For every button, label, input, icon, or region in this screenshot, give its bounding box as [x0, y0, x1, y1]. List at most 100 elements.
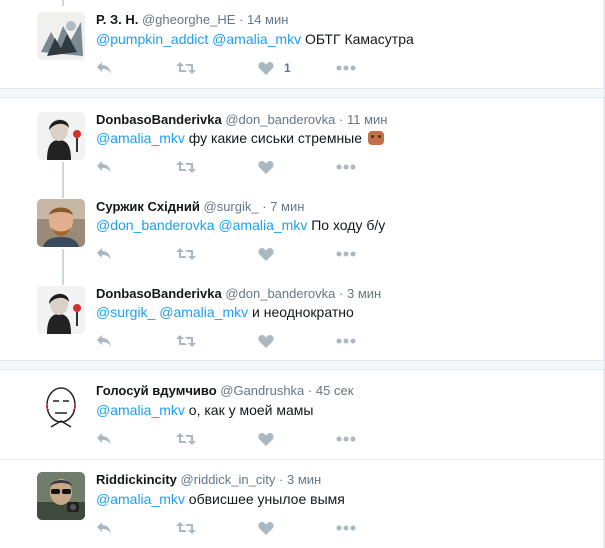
- like-count: 1: [284, 61, 291, 75]
- more-button[interactable]: [336, 245, 356, 263]
- woman-portrait-avatar-icon: [37, 286, 85, 334]
- user-handle[interactable]: @surgik_: [204, 199, 259, 214]
- separator-dot: ·: [339, 112, 344, 127]
- tweet-header: Р. З. Н. @gheorghe_HE · 14 мин: [96, 12, 288, 27]
- more-dots-icon: [336, 164, 356, 170]
- tweet-text: @pumpkin_addict @amalia_mkv ОБТГ Камасут…: [96, 31, 414, 47]
- mention-link[interactable]: @surgik_: [96, 304, 155, 320]
- user-handle[interactable]: @don_banderovka: [225, 112, 335, 127]
- tweet-text: @amalia_mkv о, как у моей мамы: [96, 402, 314, 418]
- avatar[interactable]: [37, 286, 85, 334]
- reply-button[interactable]: [96, 158, 112, 176]
- tweet[interactable]: DonbasoBanderivka @don_banderovka · 3 ми…: [0, 272, 603, 360]
- tweet-text: @amalia_mkv фу какие сиськи стремные: [96, 130, 384, 146]
- cartoon-face-avatar-icon: [37, 383, 85, 431]
- user-handle[interactable]: @gheorghe_HE: [142, 12, 235, 27]
- retweet-icon: [176, 433, 196, 445]
- timestamp[interactable]: 14 мин: [247, 12, 288, 27]
- reply-button[interactable]: [96, 245, 112, 263]
- separator-dot: ·: [307, 383, 313, 398]
- tweet-body: ОБТГ Камасутра: [304, 31, 414, 47]
- like-button[interactable]: [258, 158, 274, 176]
- timestamp[interactable]: 3 мин: [287, 472, 321, 487]
- mention-link[interactable]: @amalia_mkv: [218, 217, 307, 233]
- retweet-icon: [176, 335, 196, 347]
- timestamp[interactable]: 45 сек: [316, 383, 354, 398]
- woman-portrait-avatar-icon: [37, 112, 85, 160]
- heart-icon: [258, 522, 274, 535]
- more-button[interactable]: [336, 332, 356, 350]
- avatar[interactable]: [37, 112, 85, 160]
- like-button[interactable]: [258, 519, 274, 537]
- sketch-avatar-icon: [37, 12, 85, 60]
- heart-icon: [258, 62, 274, 75]
- tweet[interactable]: Р. З. Н. @gheorghe_HE · 14 мин @pumpkin_…: [0, 0, 603, 88]
- user-name[interactable]: Р. З. Н.: [96, 12, 138, 27]
- heart-icon: [258, 433, 274, 446]
- mention-link[interactable]: @amalia_mkv: [159, 304, 248, 320]
- user-name[interactable]: Суржик Східний: [96, 199, 200, 214]
- tweet-header: Суржик Східний @surgik_ · 7 мин: [96, 199, 304, 214]
- user-name[interactable]: DonbasoBanderivka: [96, 112, 222, 127]
- retweet-button[interactable]: [176, 59, 196, 77]
- reply-icon: [97, 335, 111, 347]
- avatar[interactable]: [37, 12, 85, 60]
- retweet-icon: [176, 522, 196, 534]
- more-button[interactable]: [336, 158, 356, 176]
- like-button[interactable]: [258, 430, 274, 448]
- mention-link[interactable]: @pumpkin_addict: [96, 31, 208, 47]
- monkey-emoji-icon: [367, 131, 384, 145]
- more-dots-icon: [336, 338, 356, 344]
- user-handle[interactable]: @Gandrushka: [220, 383, 304, 398]
- more-dots-icon: [336, 436, 356, 442]
- mention-link[interactable]: @amalia_mkv: [96, 491, 185, 507]
- user-name[interactable]: Голосуй вдумчиво: [96, 383, 217, 398]
- retweet-icon: [176, 161, 196, 173]
- user-name[interactable]: Riddickincity: [96, 472, 177, 487]
- retweet-button[interactable]: [176, 430, 196, 448]
- tweet-body: фу какие сиськи стремные: [188, 130, 363, 146]
- user-name[interactable]: DonbasoBanderivka: [96, 286, 222, 301]
- retweet-icon: [176, 248, 196, 260]
- reply-button[interactable]: [96, 332, 112, 350]
- conversation-separator: [0, 360, 603, 370]
- more-button[interactable]: [336, 59, 356, 77]
- more-button[interactable]: [336, 519, 356, 537]
- timestamp[interactable]: 3 мин: [347, 286, 381, 301]
- retweet-button[interactable]: [176, 245, 196, 263]
- avatar[interactable]: [37, 199, 85, 247]
- tweet-body: обвисшее унылое вымя: [188, 491, 345, 507]
- more-button[interactable]: [336, 430, 356, 448]
- reply-button[interactable]: [96, 519, 112, 537]
- timestamp[interactable]: 7 мин: [270, 199, 304, 214]
- avatar[interactable]: [37, 472, 85, 520]
- tweet[interactable]: Голосуй вдумчиво @Gandrushka · 45 сек @a…: [0, 370, 603, 458]
- mention-link[interactable]: @don_banderovka: [96, 217, 215, 233]
- reply-button[interactable]: [96, 430, 112, 448]
- like-button[interactable]: [258, 245, 274, 263]
- mention-link[interactable]: @amalia_mkv: [212, 31, 301, 47]
- retweet-button[interactable]: [176, 519, 196, 537]
- timestamp[interactable]: 11 мин: [347, 112, 388, 127]
- retweet-button[interactable]: [176, 158, 196, 176]
- tweet[interactable]: Суржик Східний @surgik_ · 7 мин @don_ban…: [0, 186, 603, 272]
- tweet-body: По ходу б/у: [311, 217, 386, 233]
- reply-button[interactable]: [96, 59, 112, 77]
- mention-link[interactable]: @amalia_mkv: [96, 402, 185, 418]
- user-handle[interactable]: @don_banderovka: [225, 286, 335, 301]
- mention-link[interactable]: @amalia_mkv: [96, 130, 185, 146]
- reply-icon: [97, 161, 111, 173]
- avatar[interactable]: [37, 383, 85, 431]
- tweet[interactable]: Riddickincity @riddick_in_city · 3 мин @…: [0, 460, 603, 548]
- conversation-separator: [0, 88, 603, 98]
- retweet-button[interactable]: [176, 332, 196, 350]
- tweet[interactable]: DonbasoBanderivka @don_banderovka · 11 м…: [0, 98, 603, 184]
- tweet-text: @surgik_ @amalia_mkv и неоднократно: [96, 304, 354, 320]
- more-dots-icon: [336, 251, 356, 257]
- tweet-body: о, как у моей мамы: [188, 402, 314, 418]
- tweet-text: @don_banderovka @amalia_mkv По ходу б/у: [96, 217, 385, 233]
- user-handle[interactable]: @riddick_in_city: [181, 472, 276, 487]
- like-button[interactable]: 1: [258, 59, 291, 77]
- separator-dot: ·: [279, 472, 284, 487]
- like-button[interactable]: [258, 332, 274, 350]
